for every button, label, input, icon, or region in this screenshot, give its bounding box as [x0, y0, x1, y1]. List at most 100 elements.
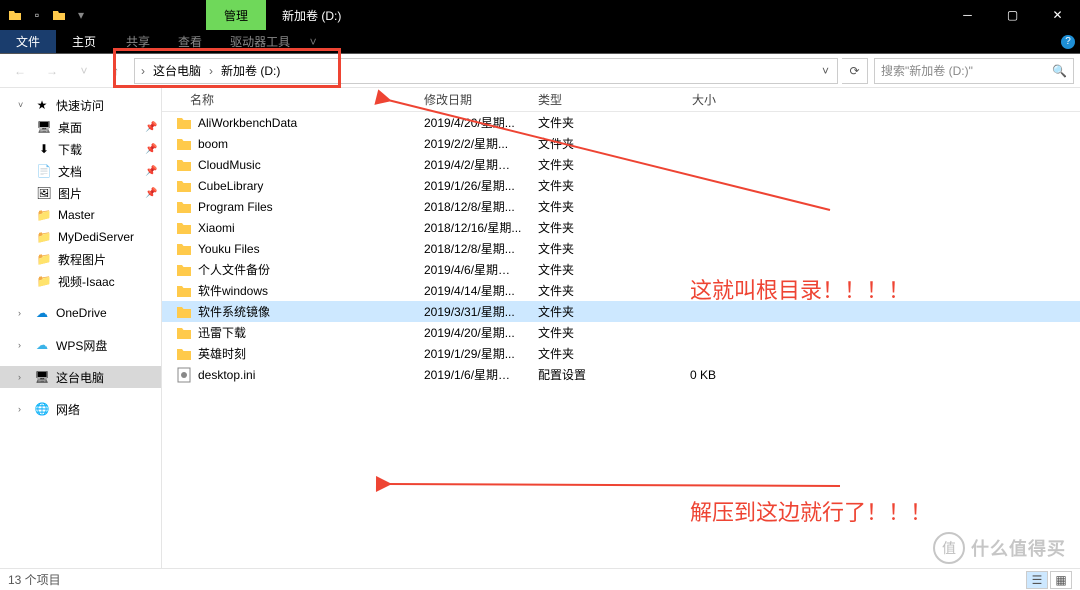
file-list: 名称 修改日期 类型 大小 AliWorkbenchData 2019/4/20/… [162, 88, 1080, 568]
tab-view[interactable]: 查看 [164, 30, 216, 53]
sidebar-item[interactable]: 📁MyDediServer [0, 226, 161, 248]
pin-icon: 📌 [145, 166, 155, 177]
sidebar-documents[interactable]: 📄文档📌 [0, 160, 161, 182]
table-row[interactable]: 个人文件备份2019/4/6/星期六 ...文件夹 [162, 259, 1080, 280]
sidebar-onedrive[interactable]: ›☁OneDrive [0, 302, 161, 324]
file-type: 文件夹 [530, 135, 644, 152]
sidebar-quick-access[interactable]: ˅★快速访问 [0, 94, 161, 116]
table-row[interactable]: AliWorkbenchData2019/4/20/星期...文件夹 [162, 112, 1080, 133]
desktop-icon: 🖥 [36, 119, 52, 135]
status-bar: 13 个项目 ☰ ▦ [0, 568, 1080, 590]
breadcrumb-root[interactable]: 这台电脑 [147, 59, 207, 83]
view-icons-button[interactable]: ▦ [1050, 571, 1072, 589]
sidebar-item[interactable]: 📁 视频-Isaac [0, 270, 161, 292]
address-dropdown[interactable]: ˅ [818, 64, 833, 78]
sidebar-label: WPS网盘 [56, 337, 107, 354]
file-icon [176, 367, 192, 383]
folder-icon [176, 241, 192, 257]
folder-icon [176, 157, 192, 173]
search-icon: 🔍 [1052, 64, 1067, 78]
sidebar-this-pc[interactable]: ›🖥这台电脑 [0, 366, 161, 388]
contextual-tab-manage[interactable]: 管理 [206, 0, 266, 30]
table-row[interactable]: Xiaomi2018/12/16/星期...文件夹 [162, 217, 1080, 238]
table-row[interactable]: 迅雷下载2019/4/20/星期...文件夹 [162, 322, 1080, 343]
sidebar-network[interactable]: ›🌐网络 [0, 398, 161, 420]
file-name: AliWorkbenchData [198, 116, 297, 130]
help-icon: ? [1061, 35, 1075, 49]
file-date: 2019/4/20/星期... [416, 114, 530, 131]
sidebar-label: MyDediServer [58, 230, 134, 244]
file-date: 2018/12/8/星期... [416, 240, 530, 257]
file-date: 2019/1/26/星期... [416, 177, 530, 194]
tab-file[interactable]: 文件 [0, 30, 56, 53]
sidebar-label: 网络 [56, 401, 80, 418]
file-name: 英雄时刻 [198, 345, 246, 362]
chevron-right-icon: › [139, 64, 147, 78]
file-name: desktop.ini [198, 368, 255, 382]
col-date[interactable]: 修改日期 [416, 91, 530, 108]
maximize-button[interactable]: ▢ [990, 0, 1035, 30]
nav-recent-dropdown[interactable]: ˅ [70, 58, 98, 84]
nav-up-button[interactable]: ↑ [102, 58, 130, 84]
file-name: 软件windows [198, 282, 268, 299]
sidebar-downloads[interactable]: ⬇下载📌 [0, 138, 161, 160]
file-name: boom [198, 137, 228, 151]
nav-forward-button[interactable]: → [38, 58, 66, 84]
table-row[interactable]: CubeLibrary2019/1/26/星期...文件夹 [162, 175, 1080, 196]
sidebar-label: 视频-Isaac [58, 273, 115, 290]
file-type: 文件夹 [530, 240, 644, 257]
table-row[interactable]: Program Files2018/12/8/星期...文件夹 [162, 196, 1080, 217]
col-size[interactable]: 大小 [644, 91, 724, 108]
file-type: 文件夹 [530, 219, 644, 236]
table-row[interactable]: CloudMusic2019/4/2/星期二 ...文件夹 [162, 154, 1080, 175]
tab-drive-tools[interactable]: 驱动器工具 [216, 30, 304, 53]
nav-back-button[interactable]: ← [6, 58, 34, 84]
app-icon [6, 6, 24, 24]
table-row[interactable]: boom 2019/2/2/星期...文件夹 [162, 133, 1080, 154]
sidebar-wps[interactable]: ›☁WPS网盘 [0, 334, 161, 356]
qat-overflow[interactable]: ▾ [72, 6, 90, 24]
col-type[interactable]: 类型 [530, 91, 644, 108]
table-row[interactable]: 英雄时刻2019/1/29/星期...文件夹 [162, 343, 1080, 364]
breadcrumb-current[interactable]: 新加卷 (D:) [215, 59, 286, 83]
close-button[interactable]: ✕ [1035, 0, 1080, 30]
file-name: 迅雷下载 [198, 324, 246, 341]
table-row[interactable]: desktop.ini 2019/1/6/星期日 ...配置设置0 KB [162, 364, 1080, 385]
table-row[interactable]: Youku Files2018/12/8/星期...文件夹 [162, 238, 1080, 259]
file-date: 2019/1/29/星期... [416, 345, 530, 362]
sidebar-item[interactable]: 📁Master [0, 204, 161, 226]
sidebar-pictures[interactable]: 🖼图片📌 [0, 182, 161, 204]
file-date: 2019/1/6/星期日 ... [416, 366, 530, 383]
help-button[interactable]: ? [1056, 30, 1080, 53]
network-icon: 🌐 [34, 401, 50, 417]
address-bar[interactable]: › 这台电脑 › 新加卷 (D:) ˅ [134, 58, 838, 84]
file-size: 0 KB [644, 368, 724, 382]
ribbon-collapse-chevron[interactable]: ˅ [304, 30, 322, 53]
table-row[interactable]: 软件系统镜像2019/3/31/星期...文件夹 [162, 301, 1080, 322]
tab-share[interactable]: 共享 [112, 30, 164, 53]
sidebar-desktop[interactable]: 🖥 桌面 📌 [0, 116, 161, 138]
folder-icon [176, 136, 192, 152]
file-type: 文件夹 [530, 261, 644, 278]
watermark-badge: 值 [933, 532, 965, 564]
search-input[interactable]: 搜索"新加卷 (D:)" 🔍 [874, 58, 1074, 84]
sidebar-label: OneDrive [56, 306, 107, 320]
file-date: 2019/2/2/星期... [416, 135, 530, 152]
sidebar-label: 桌面 [58, 119, 82, 136]
view-details-button[interactable]: ☰ [1026, 571, 1048, 589]
qat-item[interactable]: ▫ [28, 6, 46, 24]
pin-icon: 📌 [145, 122, 155, 133]
tab-home[interactable]: 主页 [56, 30, 112, 53]
folder-icon [176, 115, 192, 131]
file-type: 文件夹 [530, 324, 644, 341]
table-row[interactable]: 软件windows2019/4/14/星期...文件夹 [162, 280, 1080, 301]
refresh-button[interactable]: ⟳ [842, 58, 868, 84]
pin-icon: 📌 [145, 188, 155, 199]
minimize-button[interactable]: ─ [945, 0, 990, 30]
col-name[interactable]: 名称 [162, 91, 416, 108]
folder-icon: 📁 [36, 273, 52, 289]
file-type: 配置设置 [530, 366, 644, 383]
sidebar-item[interactable]: 📁教程图片 [0, 248, 161, 270]
file-date: 2019/4/14/星期... [416, 282, 530, 299]
qat-item[interactable] [50, 6, 68, 24]
